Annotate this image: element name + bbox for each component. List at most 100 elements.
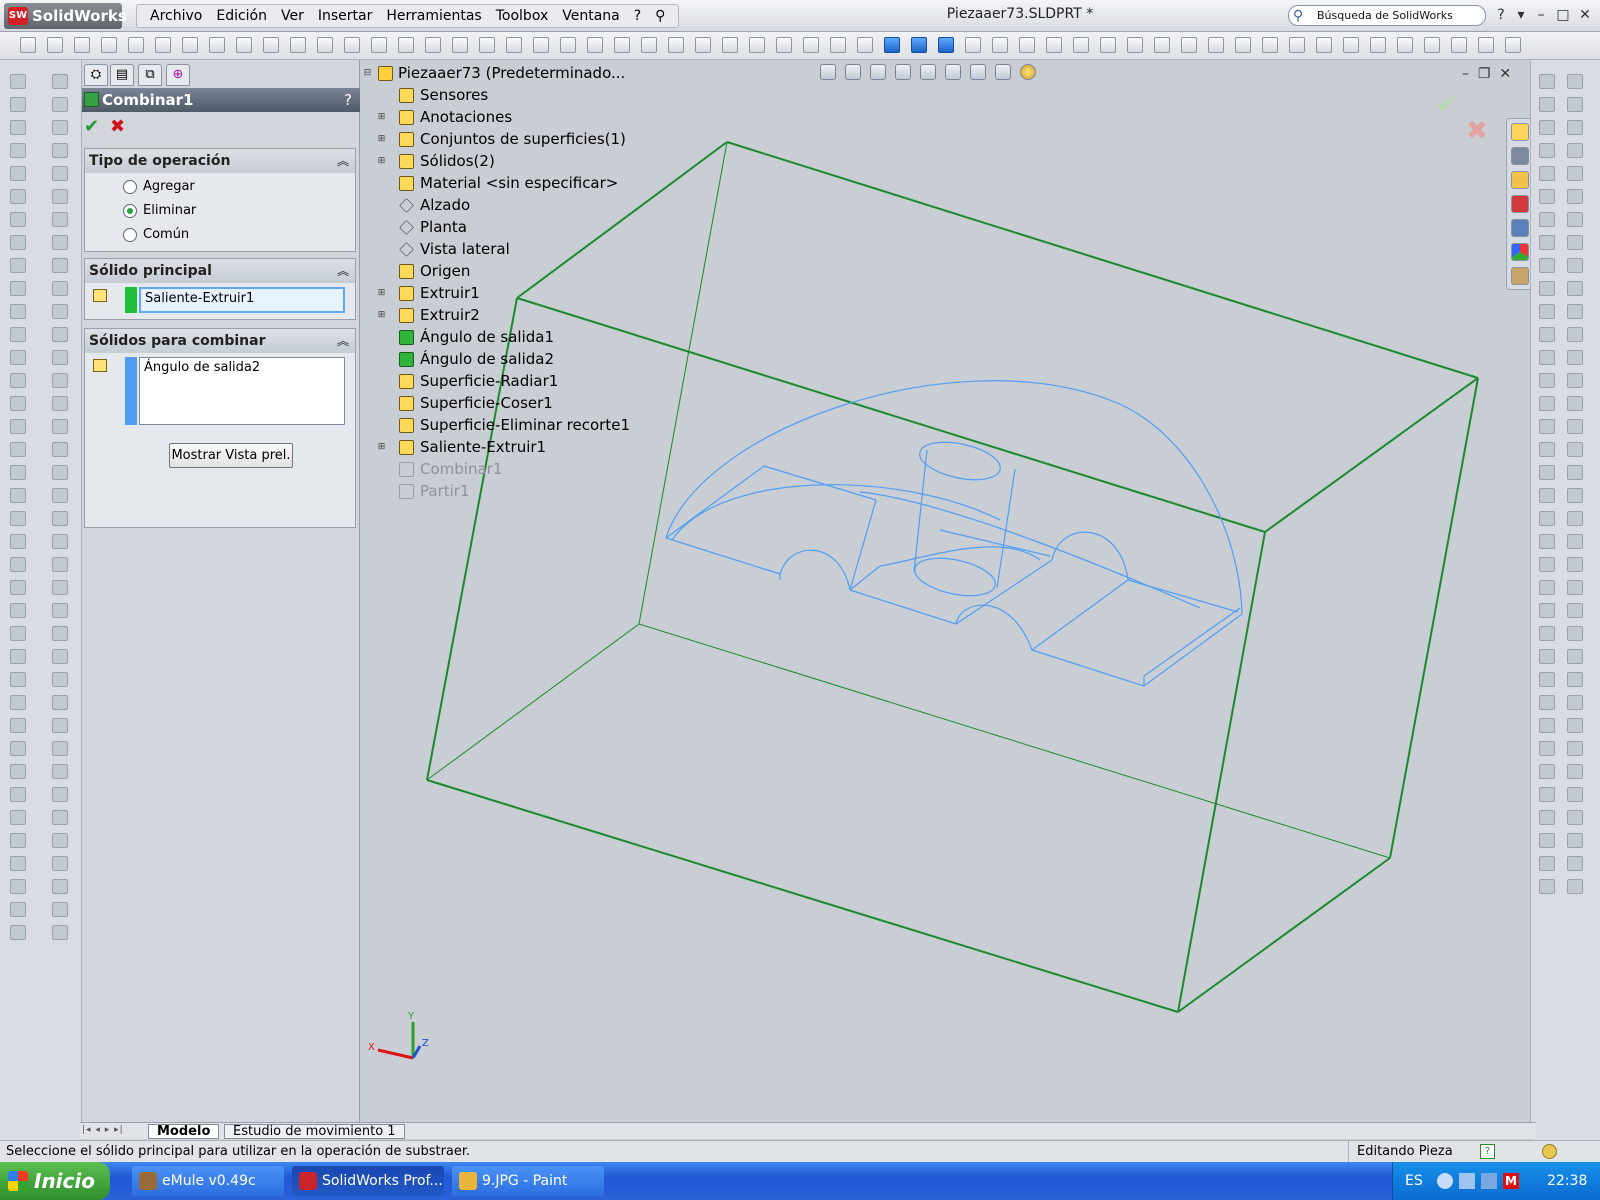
sketch-tool-icon[interactable] [1539,74,1555,89]
command-button-icon[interactable] [52,833,68,848]
command-button-icon[interactable] [52,465,68,480]
command-button-icon[interactable] [52,902,68,917]
sketch-tool-icon[interactable] [1567,488,1583,503]
sketch-tool-icon[interactable] [1567,442,1583,457]
command-button-icon[interactable] [52,373,68,388]
toolbar-button-icon[interactable] [290,37,306,53]
toolbar-button-icon[interactable] [857,37,873,53]
toolbar-button-icon[interactable] [1046,37,1062,53]
menu-insertar[interactable]: Insertar [311,8,380,24]
command-button-icon[interactable] [52,189,68,204]
toolbar-button-icon[interactable] [1397,37,1413,53]
toolbar-button-icon[interactable] [695,37,711,53]
bodies-to-combine-list[interactable]: Ángulo de salida2 [139,357,345,425]
toolbar-button-icon[interactable] [938,37,954,53]
command-button-icon[interactable] [10,856,26,871]
viewport-minimize-button[interactable]: – [1462,66,1469,82]
search-input[interactable]: ⚲ Búsqueda de SolidWorks [1288,5,1486,26]
toolbar-button-icon[interactable] [533,37,549,53]
command-button-icon[interactable] [52,626,68,641]
command-button-icon[interactable] [52,166,68,181]
bodies-to-combine-header[interactable]: Sólidos para combinar ︽ [85,329,355,353]
radio-agregar[interactable]: Agregar [123,177,195,197]
command-button-icon[interactable] [10,925,26,940]
toolbar-button-icon[interactable] [965,37,981,53]
command-button-icon[interactable] [10,143,26,158]
command-button-icon[interactable] [10,465,26,480]
help-icon[interactable]: ? [1490,5,1512,25]
toolbar-button-icon[interactable] [209,37,225,53]
command-button-icon[interactable] [52,879,68,894]
pin-icon[interactable]: ⚲ [648,8,672,24]
collapse-chevron-icon[interactable]: ︽ [337,149,349,173]
command-button-icon[interactable] [10,373,26,388]
command-button-icon[interactable] [10,235,26,250]
minimize-button[interactable]: – [1530,5,1552,25]
task-emule[interactable]: eMule v0.49c [132,1166,284,1196]
toolbar-button-icon[interactable] [722,37,738,53]
sketch-tool-icon[interactable] [1539,258,1555,273]
collapse-icon[interactable]: ⊟ [363,69,372,78]
command-button-icon[interactable] [10,488,26,503]
viewport-restore-button[interactable]: ❐ [1478,66,1491,82]
toolbar-button-icon[interactable] [668,37,684,53]
sketch-tool-icon[interactable] [1539,373,1555,388]
toolbar-button-icon[interactable] [1424,37,1440,53]
sketch-tool-icon[interactable] [1567,603,1583,618]
start-button[interactable]: Inicio [0,1162,110,1200]
command-button-icon[interactable] [52,718,68,733]
sketch-tool-icon[interactable] [1567,879,1583,894]
task-paint[interactable]: 9.JPG - Paint [452,1166,604,1196]
command-button-icon[interactable] [52,488,68,503]
sketch-tool-icon[interactable] [1567,787,1583,802]
sketch-tool-icon[interactable] [1539,120,1555,135]
toolbar-button-icon[interactable] [614,37,630,53]
graphics-area[interactable] [360,62,1505,1120]
sketch-tool-icon[interactable] [1539,396,1555,411]
command-button-icon[interactable] [52,258,68,273]
toolbar-button-icon[interactable] [1100,37,1116,53]
sketch-tool-icon[interactable] [1567,718,1583,733]
toolbar-button-icon[interactable] [182,37,198,53]
sketch-tool-icon[interactable] [1539,557,1555,572]
view-palette-icon[interactable] [1511,219,1529,237]
sketch-tool-icon[interactable] [1539,580,1555,595]
toolbar-button-icon[interactable] [344,37,360,53]
toolbar-button-icon[interactable] [749,37,765,53]
command-button-icon[interactable] [52,741,68,756]
command-button-icon[interactable] [10,304,26,319]
command-button-icon[interactable] [52,143,68,158]
sketch-tool-icon[interactable] [1567,258,1583,273]
radio-dot-selected[interactable] [123,204,137,218]
volume-icon[interactable] [1481,1173,1497,1189]
toolbar-button-icon[interactable] [371,37,387,53]
command-button-icon[interactable] [52,97,68,112]
toolbar-button-icon[interactable] [1019,37,1035,53]
toolbar-button-icon[interactable] [236,37,252,53]
solidworks-logo[interactable]: SW SolidWorks [4,3,127,29]
radio-comun[interactable]: Común [123,225,189,245]
sketch-tool-icon[interactable] [1567,764,1583,779]
sketch-tool-icon[interactable] [1567,856,1583,871]
command-button-icon[interactable] [10,258,26,273]
sketch-tool-icon[interactable] [1567,672,1583,687]
hide-show-items-icon[interactable] [970,64,986,80]
command-button-icon[interactable] [52,557,68,572]
sketch-tool-icon[interactable] [1539,350,1555,365]
command-button-icon[interactable] [10,603,26,618]
sketch-tool-icon[interactable] [1567,419,1583,434]
main-body-header[interactable]: Sólido principal ︽ [85,259,355,283]
command-button-icon[interactable] [10,672,26,687]
sketch-tool-icon[interactable] [1539,764,1555,779]
toolbar-button-icon[interactable] [992,37,1008,53]
command-button-icon[interactable] [52,350,68,365]
sketch-tool-icon[interactable] [1567,534,1583,549]
toolbar-button-icon[interactable] [1154,37,1170,53]
radio-dot[interactable] [123,180,137,194]
command-button-icon[interactable] [10,350,26,365]
command-button-icon[interactable] [52,212,68,227]
command-button-icon[interactable] [52,534,68,549]
command-button-icon[interactable] [52,856,68,871]
toolbar-button-icon[interactable] [425,37,441,53]
dimxpert-tab-icon[interactable]: ⊕ [166,64,190,86]
